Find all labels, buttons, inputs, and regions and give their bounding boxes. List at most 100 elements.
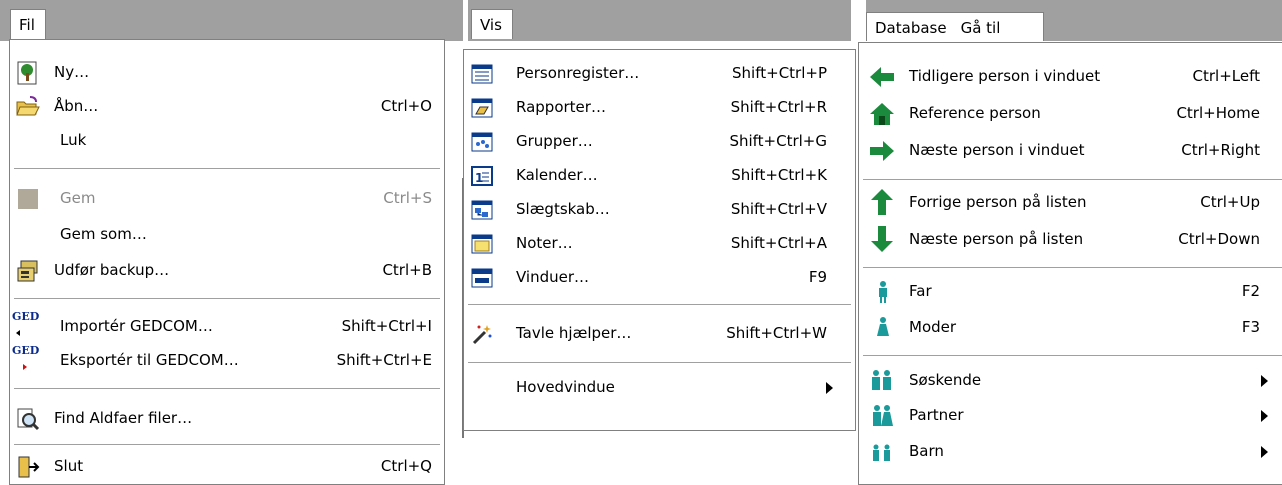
menu-item-shortcut: Ctrl+S — [383, 189, 432, 207]
arrow-down-icon — [869, 225, 893, 252]
fil-menubar — [0, 0, 463, 41]
menu-item-moder[interactable]: Moder F3 — [859, 311, 1282, 345]
menu-item-vinduer[interactable]: Vinduer… F9 — [464, 261, 855, 295]
save-icon — [16, 187, 40, 211]
menu-item-label: Udfør backup… — [54, 261, 170, 279]
menu-item-tavle-hjaelper[interactable]: Tavle hjælper… Shift+Ctrl+W — [464, 317, 855, 351]
menu-item-shortcut: Ctrl+Down — [1178, 230, 1260, 248]
menu-item-hovedvindue[interactable]: Hovedvindue — [464, 371, 855, 405]
menu-item-gem-som[interactable]: Gem som… — [10, 218, 444, 252]
menu-item-luk[interactable]: Luk — [10, 124, 444, 158]
menu-item-label: Moder — [909, 318, 957, 336]
menu-item-rapporter[interactable]: Rapporter… Shift+Ctrl+R — [464, 91, 855, 125]
mother-icon — [871, 316, 895, 340]
menu-item-personregister[interactable]: Personregister… Shift+Ctrl+P — [464, 57, 855, 91]
menu-item-shortcut: Ctrl+O — [380, 97, 432, 115]
menu-separator — [14, 388, 440, 390]
ged-import-icon: GED — [12, 311, 44, 336]
reports-icon — [470, 96, 494, 120]
menu-item-label: Personregister… — [516, 64, 640, 82]
menu-item-slut[interactable]: Slut Ctrl+Q — [10, 450, 444, 484]
menu-fil-label: Fil — [19, 16, 35, 34]
menu-item-partner[interactable]: Partner — [859, 399, 1282, 433]
menu-item-label: Åbn… — [54, 97, 99, 115]
menu-item-barn[interactable]: Barn — [859, 435, 1282, 469]
vis-menubar — [468, 0, 851, 41]
menu-ga-til[interactable]: Gå til — [961, 19, 1001, 37]
windows-icon — [470, 266, 494, 290]
menu-fil[interactable]: Fil — [10, 9, 46, 39]
menu-item-grupper[interactable]: Grupper… Shift+Ctrl+G — [464, 125, 855, 159]
menu-item-shortcut: Shift+Ctrl+G — [729, 132, 827, 150]
menu-item-shortcut: Shift+Ctrl+A — [730, 234, 827, 252]
menu-item-label: Ny… — [54, 63, 90, 81]
calendar-icon: 1 — [470, 164, 494, 188]
goto-dropdown: Tidligere person i vinduet Ctrl+Left Ref… — [858, 42, 1282, 485]
menu-item-shortcut: Shift+Ctrl+I — [341, 317, 432, 335]
menu-item-shortcut: Ctrl+Home — [1176, 104, 1260, 122]
siblings-icon — [869, 369, 893, 393]
menu-item-shortcut: Ctrl+Right — [1181, 141, 1260, 159]
menu-item-label: Gem — [60, 189, 96, 207]
menu-item-label: Reference person — [909, 104, 1041, 122]
menu-item-shortcut: Shift+Ctrl+E — [336, 351, 432, 369]
relationship-icon — [470, 198, 494, 222]
menu-separator — [468, 362, 851, 364]
menu-item-label: Vinduer… — [516, 268, 590, 286]
menu-item-label: Forrige person på listen — [909, 193, 1087, 211]
menu-item-previous-on-list[interactable]: Forrige person på listen Ctrl+Up — [859, 186, 1282, 220]
father-icon — [871, 280, 895, 304]
tree-document-icon — [16, 61, 40, 85]
menu-item-label: Grupper… — [516, 132, 593, 150]
person-register-icon — [470, 62, 494, 86]
menu-item-ny[interactable]: Ny… — [10, 56, 444, 90]
menu-item-soskende[interactable]: Søskende — [859, 364, 1282, 398]
menu-vis[interactable]: Vis — [471, 9, 513, 39]
open-folder-icon — [16, 95, 40, 119]
arrow-left-icon — [869, 65, 894, 89]
menu-item-find-aldfaer[interactable]: Find Aldfaer filer… — [10, 402, 444, 436]
menu-item-label: Importér GEDCOM… — [60, 317, 213, 335]
menu-separator — [863, 355, 1282, 357]
menu-item-far[interactable]: Far F2 — [859, 275, 1282, 309]
menu-item-shortcut: Shift+Ctrl+V — [730, 200, 827, 218]
menu-item-shortcut: Shift+Ctrl+P — [732, 64, 827, 82]
menu-item-shortcut: Ctrl+B — [382, 261, 432, 279]
submenu-arrow-icon — [1261, 446, 1268, 458]
menu-item-import-gedcom[interactable]: GED Importér GEDCOM… Shift+Ctrl+I — [10, 310, 444, 344]
menu-item-label: Tidligere person i vinduet — [909, 67, 1101, 85]
menu-item-shortcut: Ctrl+Q — [380, 457, 432, 475]
exit-door-icon — [16, 455, 40, 479]
menu-database[interactable]: Database — [875, 19, 947, 37]
menu-item-kalender[interactable]: 1 Kalender… Shift+Ctrl+K — [464, 159, 855, 193]
menu-item-label: Hovedvindue — [516, 378, 615, 396]
menu-separator — [863, 179, 1282, 181]
menu-item-reference-person[interactable]: Reference person Ctrl+Home — [859, 97, 1282, 131]
menu-item-label: Noter… — [516, 234, 573, 252]
menu-item-shortcut: Ctrl+Up — [1200, 193, 1260, 211]
menu-separator — [14, 444, 440, 446]
menu-item-shortcut: F3 — [1241, 318, 1260, 336]
menu-item-next-in-window[interactable]: Næste person i vinduet Ctrl+Right — [859, 134, 1282, 168]
menu-item-label: Slægtskab… — [516, 200, 610, 218]
menu-item-label: Eksportér til GEDCOM… — [60, 351, 239, 369]
arrow-right-icon — [869, 139, 894, 163]
menu-separator — [14, 168, 440, 170]
menu-item-slaegtskab[interactable]: Slægtskab… Shift+Ctrl+V — [464, 193, 855, 227]
fil-dropdown: Ny… Åbn… Ctrl+O Luk Gem Ctrl+S Gem som… … — [9, 39, 445, 485]
submenu-arrow-icon — [1261, 375, 1268, 387]
menu-item-abn[interactable]: Åbn… Ctrl+O — [10, 90, 444, 124]
backup-icon — [16, 259, 40, 283]
menu-separator — [863, 267, 1282, 269]
menu-item-shortcut: F9 — [808, 268, 827, 286]
menu-item-backup[interactable]: Udfør backup… Ctrl+B — [10, 254, 444, 288]
menu-item-previous-in-window[interactable]: Tidligere person i vinduet Ctrl+Left — [859, 60, 1282, 94]
menu-item-label: Find Aldfaer filer… — [54, 409, 193, 427]
menu-item-noter[interactable]: Noter… Shift+Ctrl+A — [464, 227, 855, 261]
menu-item-label: Søskende — [909, 371, 982, 389]
menu-item-label: Slut — [54, 457, 84, 475]
menu-item-next-on-list[interactable]: Næste person på listen Ctrl+Down — [859, 223, 1282, 257]
menu-item-gem[interactable]: Gem Ctrl+S — [10, 182, 444, 216]
menu-item-shortcut: Shift+Ctrl+W — [726, 324, 827, 342]
menu-item-export-gedcom[interactable]: GED Eksportér til GEDCOM… Shift+Ctrl+E — [10, 344, 444, 378]
